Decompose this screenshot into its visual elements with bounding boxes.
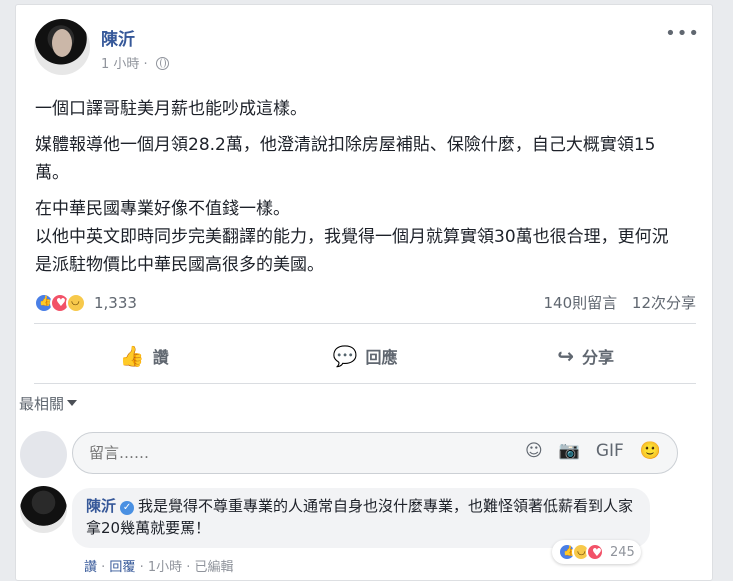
comment-reactions-count: 245: [610, 544, 635, 560]
comment-meta: 讚 · 回覆 · 1小時 · 已編輯: [84, 556, 234, 575]
haha-reaction-icon: [66, 293, 86, 313]
comments-count[interactable]: 140則留言: [543, 294, 617, 312]
gif-icon[interactable]: GIF: [596, 441, 624, 461]
angry-reaction-icon: [586, 543, 604, 561]
thumbs-up-icon: 👍: [119, 344, 145, 368]
share-button[interactable]: ↪ 分享: [475, 327, 696, 385]
comment-input[interactable]: [89, 441, 509, 465]
comment-reactions[interactable]: 245: [552, 540, 641, 564]
post-paragraph: 媒體報導他一個月領28.2萬，他澄清說扣除房屋補貼、保險什麼，自己大概實領15萬…: [35, 135, 656, 183]
emoji-icon[interactable]: ☺: [525, 441, 543, 461]
separator: ·: [139, 57, 152, 72]
author-name[interactable]: 陳沂: [101, 25, 135, 50]
comment-time[interactable]: 1小時: [148, 560, 182, 575]
comment-bubble: 陳沂 ✓ 我是覺得不尊重專業的人通常自身也沒什麼專業，也難怪領著低薪看到人家拿20幾…: [72, 488, 650, 548]
verified-badge-icon: ✓: [120, 501, 135, 515]
share-arrow-icon: ↪: [557, 344, 575, 368]
sticker-icon[interactable]: 🙂: [640, 441, 661, 461]
reactions-summary[interactable]: 1,333: [34, 291, 137, 315]
comment-edited[interactable]: 已編輯: [195, 560, 234, 575]
share-label: 分享: [582, 348, 615, 367]
post-paragraph: 以他中英文即時同步完美翻譯的能力，我覺得一個月就算實領30萬也很合理，更何況是派…: [35, 227, 669, 275]
divider: [34, 323, 696, 324]
post-meta: 1 小時 ·: [101, 53, 169, 72]
comment-button[interactable]: 💬 回應: [255, 327, 476, 385]
post-stats: 1,333 140則留言 12次分享: [34, 291, 696, 315]
current-user-avatar: [20, 431, 67, 478]
comment-reply-link[interactable]: 回覆: [109, 560, 135, 575]
separator: ·: [135, 560, 148, 575]
comment-author[interactable]: 陳沂: [86, 497, 116, 515]
comment-author-avatar[interactable]: [20, 486, 67, 533]
like-button[interactable]: 👍 讚: [34, 327, 255, 385]
speech-bubble-icon: 💬: [332, 344, 358, 368]
comment-sort-dropdown[interactable]: 最相關: [19, 393, 78, 414]
comment-label: 回應: [365, 348, 398, 367]
separator: ·: [182, 560, 195, 575]
separator: ·: [97, 560, 110, 575]
post-actions: 👍 讚 💬 回應 ↪ 分享: [34, 327, 696, 385]
like-label: 讚: [152, 348, 169, 367]
shares-count[interactable]: 12次分享: [632, 294, 696, 312]
post-paragraph: 一個口譯哥駐美月薪也能吵成這樣。: [35, 99, 307, 119]
post-body: 一個口譯哥駐美月薪也能吵成這樣。 媒體報導他一個月領28.2萬，他澄清說扣除房屋…: [35, 95, 685, 287]
reactions-count: 1,333: [94, 294, 137, 312]
engagement-counts: 140則留言 12次分享: [533, 292, 696, 313]
comment-text: 我是覺得不尊重專業的人通常自身也沒什麼專業，也難怪領著低薪看到人家拿20幾萬就要…: [86, 497, 634, 537]
comment-tools: ☺ 📷 GIF 🙂: [525, 441, 661, 461]
sort-label: 最相關: [19, 395, 65, 413]
camera-icon[interactable]: 📷: [559, 441, 580, 461]
globe-icon[interactable]: [155, 57, 169, 70]
divider: [34, 383, 696, 384]
more-options-icon[interactable]: •••: [665, 23, 700, 44]
comment-like-link[interactable]: 讚: [84, 560, 97, 575]
post-time[interactable]: 1 小時: [101, 57, 139, 72]
comment-box: ☺ 📷 GIF 🙂: [72, 432, 678, 474]
caret-down-icon: [67, 400, 78, 406]
post-paragraph: 在中華民國專業好像不值錢一樣。: [35, 199, 290, 219]
author-avatar[interactable]: [34, 19, 90, 75]
